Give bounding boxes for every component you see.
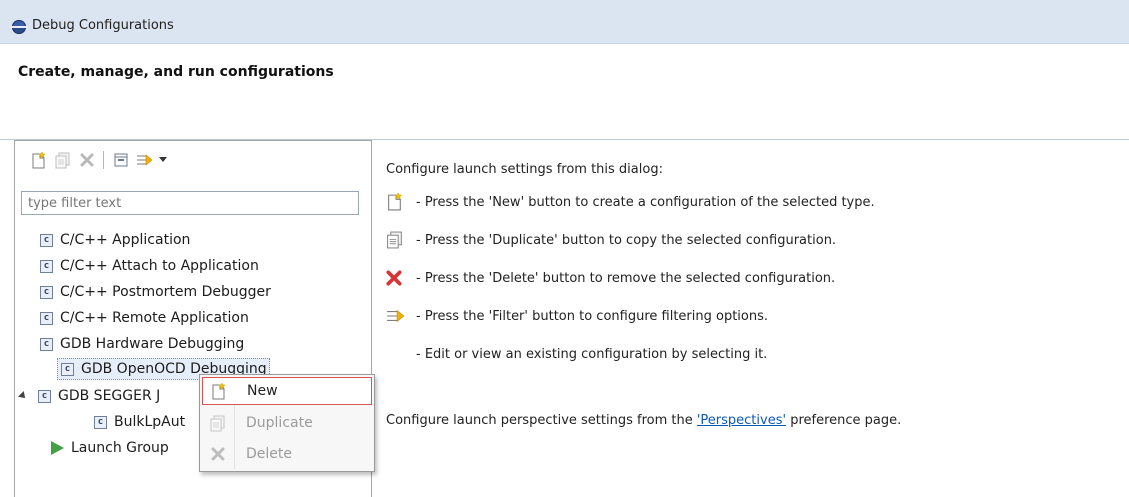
tree-item-bulklpaut[interactable]: c BulkLpAut — [91, 411, 185, 433]
tree-item-label: GDB SEGGER J — [58, 388, 161, 404]
dialog-header: Create, manage, and run configurations — [0, 44, 1129, 140]
tip-text: - Edit or view an existing configuration… — [416, 346, 768, 362]
c-config-icon: c — [40, 337, 53, 351]
c-config-icon: c — [40, 233, 53, 247]
tree-item-cpp-postmortem[interactable]: c C/C++ Postmortem Debugger — [37, 281, 271, 303]
tree-item-cpp-remote[interactable]: c C/C++ Remote Application — [37, 307, 249, 329]
title-bar: Debug Configurations — [0, 0, 1129, 44]
eclipse-app-icon — [10, 20, 28, 34]
duplicate-icon — [55, 152, 70, 168]
tree-item-label: C/C++ Attach to Application — [60, 258, 259, 274]
tip-duplicate: - Press the 'Duplicate' button to copy t… — [386, 231, 836, 249]
perspectives-link[interactable]: 'Perspectives' — [697, 413, 786, 428]
tree-item-cpp-attach[interactable]: c C/C++ Attach to Application — [37, 255, 259, 277]
filter-icon — [386, 307, 408, 325]
tip-text: - Press the 'Delete' button to remove th… — [416, 270, 836, 286]
tip-edit: - Edit or view an existing configuration… — [386, 345, 767, 363]
filter-input[interactable] — [21, 191, 359, 215]
tip-text: - Press the 'Filter' button to configure… — [416, 308, 769, 324]
menu-item-new[interactable]: New — [202, 377, 372, 405]
new-config-button[interactable] — [29, 149, 49, 171]
tip-new: - Press the 'New' button to create a con… — [386, 193, 875, 211]
tree-item-label: BulkLpAut — [114, 414, 186, 430]
c-config-icon: c — [40, 259, 53, 273]
delete-icon — [80, 153, 94, 167]
tree-item-label: GDB Hardware Debugging — [60, 336, 245, 352]
menu-item-duplicate[interactable]: Duplicate — [202, 409, 372, 437]
filter-icon — [137, 154, 153, 166]
expand-arrow-icon[interactable] — [18, 391, 28, 401]
tree-item-label: C/C++ Application — [60, 232, 191, 248]
tip-delete: - Press the 'Delete' button to remove th… — [386, 269, 835, 287]
intro-text: Configure launch settings from this dial… — [386, 162, 663, 177]
toolbar-separator — [103, 151, 104, 169]
tip-text: - Press the 'Duplicate' button to copy t… — [416, 232, 837, 248]
new-config-icon — [205, 380, 233, 402]
blank-icon-space — [386, 345, 408, 363]
duplicate-icon — [386, 231, 408, 249]
tip-filter: - Press the 'Filter' button to configure… — [386, 307, 768, 325]
new-config-icon — [386, 193, 408, 211]
delete-button[interactable] — [77, 149, 97, 171]
info-panel: Configure launch settings from this dial… — [371, 140, 1129, 497]
perspective-suffix: preference page. — [786, 413, 902, 428]
new-config-icon — [32, 151, 46, 168]
c-config-icon: c — [61, 362, 74, 376]
tree-item-label: Launch Group — [71, 440, 169, 456]
tree-item-gdb-segger[interactable]: c GDB SEGGER J — [18, 385, 161, 407]
perspective-prefix: Configure launch perspective settings fr… — [386, 413, 697, 428]
context-menu: New Duplicate Delete — [199, 374, 375, 472]
launch-group-icon — [51, 441, 64, 455]
tree-item-label: C/C++ Postmortem Debugger — [60, 284, 271, 300]
tree-item-gdb-hardware[interactable]: c GDB Hardware Debugging — [37, 333, 244, 355]
chevron-down-icon — [159, 157, 167, 162]
c-config-icon: c — [94, 415, 107, 429]
collapse-all-icon — [114, 153, 128, 167]
window-title: Debug Configurations — [32, 18, 174, 33]
tree-item-cpp-application[interactable]: c C/C++ Application — [37, 229, 190, 251]
c-config-icon: c — [38, 389, 51, 403]
c-config-icon: c — [40, 285, 53, 299]
perspective-text: Configure launch perspective settings fr… — [386, 413, 901, 428]
tip-text: - Press the 'New' button to create a con… — [416, 194, 875, 210]
tree-item-label: C/C++ Remote Application — [60, 310, 249, 326]
menu-item-delete[interactable]: Delete — [202, 440, 372, 468]
collapse-all-button[interactable] — [111, 149, 131, 171]
delete-icon — [386, 269, 408, 287]
menu-item-label: Delete — [246, 446, 292, 462]
dialog-heading: Create, manage, and run configurations — [18, 64, 334, 80]
tree-item-launch-group[interactable]: Launch Group — [49, 437, 169, 459]
filter-button[interactable] — [135, 149, 155, 171]
launch-config-toolbar — [29, 149, 329, 173]
delete-icon — [204, 443, 232, 465]
duplicate-button[interactable] — [53, 149, 73, 171]
c-config-icon: c — [40, 311, 53, 325]
menu-item-label: Duplicate — [246, 415, 313, 431]
duplicate-icon — [204, 412, 232, 434]
menu-item-label: New — [247, 383, 278, 399]
view-menu-dropdown[interactable] — [157, 149, 169, 171]
